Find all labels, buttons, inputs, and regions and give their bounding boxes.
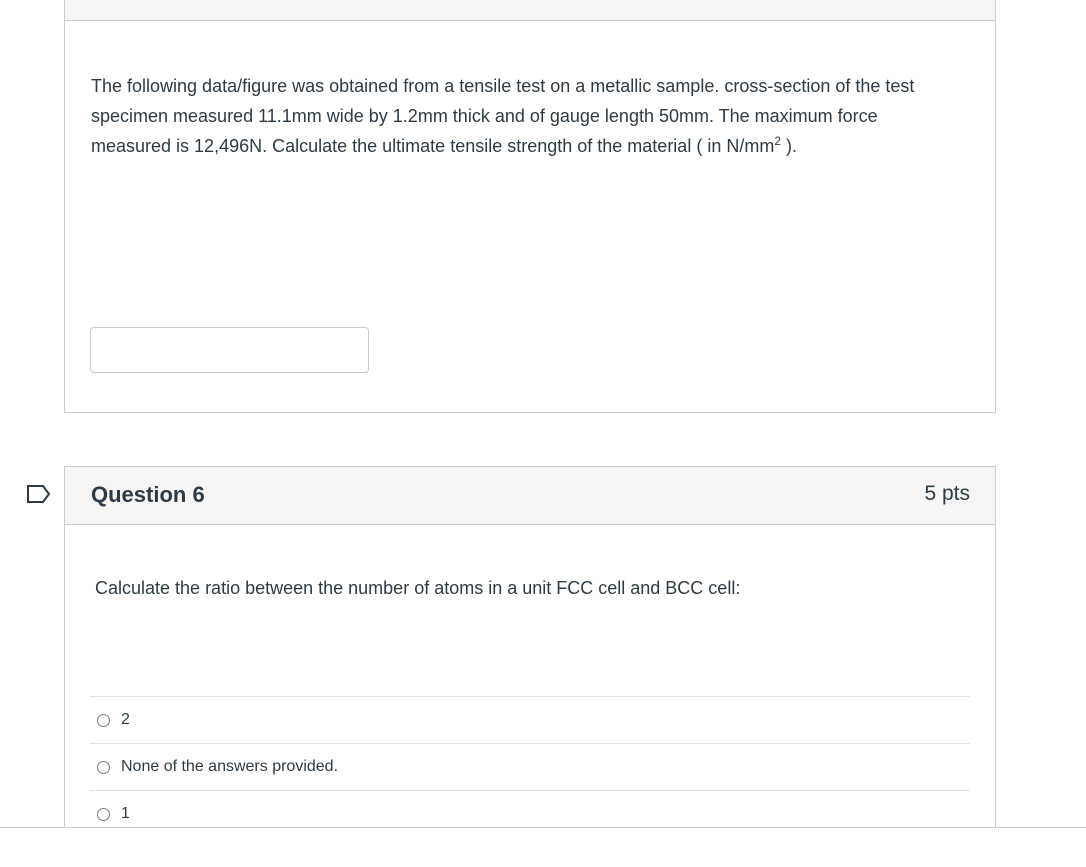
flag-question-icon[interactable] — [26, 484, 52, 504]
radio-button[interactable] — [97, 760, 110, 774]
bottom-area — [0, 828, 1086, 867]
answer-label: None of the answers provided. — [121, 758, 339, 775]
answer-option[interactable]: None of the answers provided. — [90, 743, 970, 790]
answer-label: 2 — [121, 711, 130, 728]
question-6-points: 5 pts — [924, 482, 970, 505]
question-5-card: The following data/figure was obtained f… — [64, 0, 996, 413]
question-5-text-superscript: 2 — [774, 134, 782, 148]
question-6-answers: 2 None of the answers provided. 1 — [90, 696, 970, 837]
question-5-text-end: ). — [781, 136, 798, 156]
radio-button[interactable] — [97, 807, 110, 821]
question-6-header: Question 6 5 pts — [65, 467, 995, 525]
question-5-header — [65, 0, 995, 21]
question-6-title: Question 6 — [91, 482, 205, 507]
radio-button[interactable] — [97, 713, 110, 727]
question-6-card: Question 6 5 pts Calculate the ratio bet… — [64, 466, 996, 846]
question-6-text: Calculate the ratio between the number o… — [95, 578, 741, 598]
question-5-text: The following data/figure was obtained f… — [91, 71, 951, 161]
question-5-answer-input[interactable] — [90, 327, 369, 373]
answer-option[interactable]: 2 — [90, 696, 970, 743]
answer-label: 1 — [121, 805, 130, 822]
